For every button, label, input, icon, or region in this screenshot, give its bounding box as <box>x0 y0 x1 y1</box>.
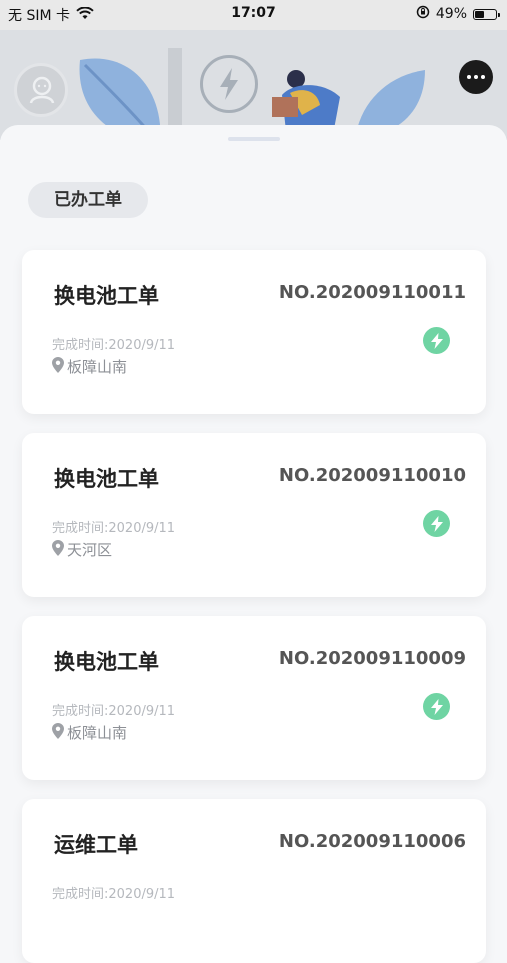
order-number: NO.202009110006 <box>278 831 466 852</box>
order-number: NO.202009110011 <box>278 282 466 303</box>
order-card[interactable]: 运维工单 NO.202009110006 完成时间:2020/9/11 <box>22 799 486 963</box>
order-card[interactable]: 换电池工单 NO.202009110009 完成时间:2020/9/11 板障山… <box>22 616 486 780</box>
drag-handle[interactable] <box>228 137 280 141</box>
chat-bubble-icon[interactable] <box>459 60 493 94</box>
battery-percent: 49% <box>435 6 467 22</box>
location-label: 板障山南 <box>67 358 128 376</box>
status-right: 49% <box>416 5 500 23</box>
order-location: 板障山南 <box>52 356 127 377</box>
battery-icon <box>473 8 500 20</box>
bolt-icon <box>423 510 450 537</box>
order-sheet: 已办工单 换电池工单 NO.202009110011 完成时间:2020/9/1… <box>0 125 507 963</box>
bolt-icon <box>423 327 450 354</box>
header-banner <box>0 30 507 140</box>
order-completed-time: 完成时间:2020/9/11 <box>52 704 176 719</box>
location-pin-icon <box>52 356 64 377</box>
location-pin-icon <box>52 722 64 743</box>
order-title: 运维工单 <box>54 833 138 857</box>
rotation-lock-icon <box>416 5 430 23</box>
location-label: 天河区 <box>67 541 113 559</box>
order-number: NO.202009110010 <box>278 465 466 486</box>
order-title: 换电池工单 <box>54 284 159 308</box>
battery-fill <box>475 10 485 18</box>
order-number: NO.202009110009 <box>278 648 466 669</box>
location-pin-icon <box>52 539 64 560</box>
pole-illustration <box>168 48 182 128</box>
user-avatar-icon[interactable] <box>14 63 68 117</box>
order-completed-time: 完成时间:2020/9/11 <box>52 887 176 902</box>
order-card[interactable]: 换电池工单 NO.202009110010 完成时间:2020/9/11 天河区 <box>22 433 486 597</box>
order-title: 换电池工单 <box>54 467 159 491</box>
order-completed-time: 完成时间:2020/9/11 <box>52 521 176 536</box>
order-location: 天河区 <box>52 539 112 560</box>
order-location: 板障山南 <box>52 722 127 743</box>
order-card[interactable]: 换电池工单 NO.202009110011 完成时间:2020/9/11 板障山… <box>22 250 486 414</box>
section-chip: 已办工单 <box>28 182 148 218</box>
order-completed-time: 完成时间:2020/9/11 <box>52 338 176 353</box>
bolt-icon <box>423 693 450 720</box>
status-bar: 无 SIM 卡 17:07 49% <box>0 0 507 30</box>
bolt-circle-illustration <box>200 55 258 113</box>
order-title: 换电池工单 <box>54 650 159 674</box>
location-label: 板障山南 <box>67 724 128 742</box>
